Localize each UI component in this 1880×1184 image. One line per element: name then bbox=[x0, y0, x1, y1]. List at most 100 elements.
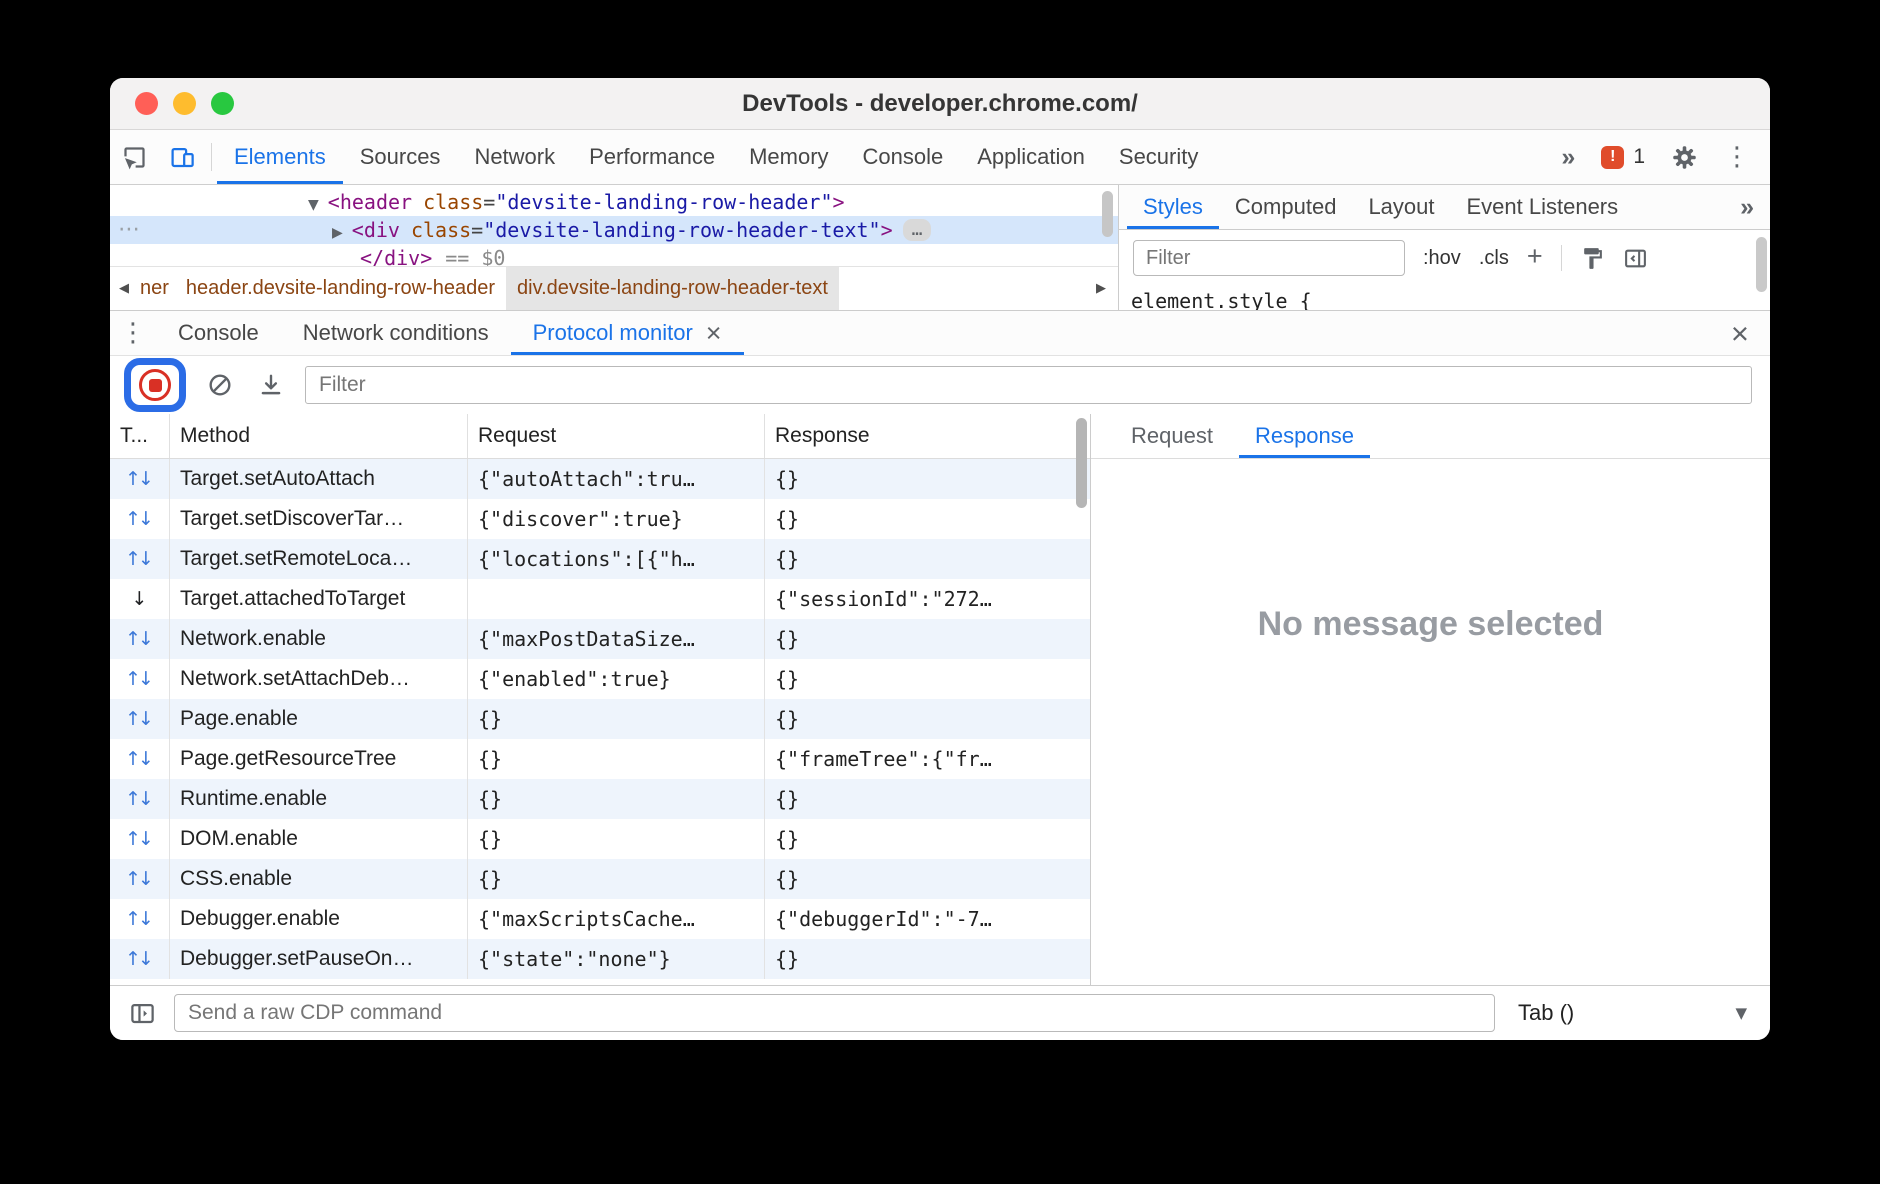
kebab-menu-icon[interactable]: ⋮ bbox=[1724, 142, 1750, 172]
sent-received-icon: ↑↓ bbox=[125, 548, 154, 570]
styles-tab-bar: Styles Computed Layout Event Listeners » bbox=[1119, 185, 1770, 230]
more-styles-tabs-icon[interactable]: » bbox=[1740, 193, 1770, 222]
inspect-icon[interactable] bbox=[110, 130, 158, 184]
drawer-tab-network-conditions[interactable]: Network conditions bbox=[281, 311, 511, 355]
column-header-type[interactable]: T... bbox=[110, 414, 170, 458]
tab-memory[interactable]: Memory bbox=[732, 130, 845, 184]
request-cell: {"enabled":true} bbox=[468, 659, 765, 699]
tab-sources[interactable]: Sources bbox=[343, 130, 458, 184]
dom-node-header[interactable]: ▼<headerclass="devsite-landing-row-heade… bbox=[110, 188, 1118, 216]
sent-received-icon: ↑↓ bbox=[125, 748, 154, 770]
node-menu-dots-icon[interactable]: ⋯ bbox=[118, 216, 140, 244]
table-row[interactable]: ↑↓ Debugger.enable {"maxScriptsCache… {"… bbox=[110, 899, 1090, 939]
table-row[interactable]: ↑↓ Target.setAutoAttach {"autoAttach":tr… bbox=[110, 459, 1090, 499]
column-header-method[interactable]: Method bbox=[170, 414, 468, 458]
stop-record-icon bbox=[149, 379, 162, 392]
settings-gear-icon[interactable] bbox=[1671, 144, 1698, 171]
column-header-response[interactable]: Response bbox=[765, 414, 1090, 458]
close-drawer-icon[interactable]: × bbox=[1710, 318, 1770, 349]
tab-elements[interactable]: Elements bbox=[217, 130, 343, 184]
response-cell: {} bbox=[765, 619, 1090, 659]
table-row[interactable]: ↑↓ Runtime.enable {} {} bbox=[110, 779, 1090, 819]
more-panels-icon[interactable]: » bbox=[1561, 143, 1575, 172]
breadcrumb-back-icon[interactable]: ◀ bbox=[110, 281, 138, 296]
elements-scrollbar-thumb[interactable] bbox=[1102, 191, 1113, 237]
response-cell: {} bbox=[765, 819, 1090, 859]
close-window-button[interactable] bbox=[135, 92, 158, 115]
response-cell: {} bbox=[765, 499, 1090, 539]
protocol-table: T... Method Request Response ↑↓ Target.s… bbox=[110, 414, 1091, 985]
breadcrumb-item-div[interactable]: div.devsite-landing-row-header-text bbox=[506, 267, 839, 311]
toggle-class-button[interactable]: .cls bbox=[1479, 247, 1509, 270]
attr-token: class bbox=[423, 190, 483, 214]
protocol-monitor-body: T... Method Request Response ↑↓ Target.s… bbox=[110, 414, 1770, 985]
expand-arrow-icon[interactable]: ▼ bbox=[308, 197, 319, 213]
cdp-command-input[interactable] bbox=[174, 994, 1495, 1032]
table-row[interactable]: ↑↓ Target.setDiscoverTar… {"discover":tr… bbox=[110, 499, 1090, 539]
direction-cell: ↑↓ bbox=[110, 779, 170, 819]
element-style-rule[interactable]: element.style { bbox=[1119, 286, 1770, 310]
table-row[interactable]: ↑↓ CSS.enable {} {} bbox=[110, 859, 1090, 899]
detail-tab-response[interactable]: Response bbox=[1239, 414, 1370, 458]
table-row[interactable]: ↑↓ Page.enable {} {} bbox=[110, 699, 1090, 739]
new-style-rule-button[interactable]: + bbox=[1527, 241, 1543, 272]
method-cell: Page.enable bbox=[170, 699, 468, 739]
toggle-styles-sidebar-icon[interactable] bbox=[1623, 246, 1648, 271]
device-toolbar-icon[interactable] bbox=[158, 130, 206, 184]
dropdown-arrow-icon: ▼ bbox=[1735, 1004, 1747, 1022]
drawer-kebab-menu-icon[interactable]: ⋮ bbox=[110, 311, 156, 355]
breadcrumb-item-truncated[interactable]: ner bbox=[138, 267, 175, 311]
response-cell: {} bbox=[765, 659, 1090, 699]
record-button[interactable] bbox=[139, 369, 171, 401]
tab-network[interactable]: Network bbox=[457, 130, 572, 184]
save-icon[interactable] bbox=[254, 372, 288, 398]
drawer-tab-console[interactable]: Console bbox=[156, 311, 281, 355]
protocol-filter-input[interactable] bbox=[305, 366, 1752, 404]
table-row[interactable]: ↑↓ Target.setRemoteLoca… {"locations":[{… bbox=[110, 539, 1090, 579]
issues-button[interactable]: ! 1 bbox=[1601, 145, 1645, 169]
breadcrumb-bar: ◀ ner header.devsite-landing-row-header … bbox=[110, 266, 1118, 310]
collapse-arrow-icon[interactable]: ▶ bbox=[332, 225, 343, 241]
tab-security[interactable]: Security bbox=[1102, 130, 1215, 184]
dom-node-selected[interactable]: ▶<divclass="devsite-landing-row-header-t… bbox=[110, 216, 1118, 244]
titlebar: DevTools - developer.chrome.com/ bbox=[110, 78, 1770, 130]
response-cell: {} bbox=[765, 699, 1090, 739]
toggle-hover-state-button[interactable]: :hov bbox=[1423, 247, 1461, 270]
table-row[interactable]: ↑↓ DOM.enable {} {} bbox=[110, 819, 1090, 859]
request-cell: {"locations":[{"h… bbox=[468, 539, 765, 579]
fullscreen-window-button[interactable] bbox=[211, 92, 234, 115]
sent-received-icon: ↑↓ bbox=[125, 948, 154, 970]
minimize-window-button[interactable] bbox=[173, 92, 196, 115]
breadcrumb-forward-icon[interactable]: ▶ bbox=[1090, 281, 1118, 296]
tab-event-listeners[interactable]: Event Listeners bbox=[1451, 185, 1635, 229]
column-header-request[interactable]: Request bbox=[468, 414, 765, 458]
direction-cell: ↑↓ bbox=[110, 859, 170, 899]
table-row[interactable]: ↑↓ Network.setAttachDeb… {"enabled":true… bbox=[110, 659, 1090, 699]
breadcrumb-item-header[interactable]: header.devsite-landing-row-header bbox=[175, 267, 506, 311]
gt-token: > bbox=[833, 190, 845, 214]
main-toolbar: Elements Sources Network Performance Mem… bbox=[110, 130, 1770, 185]
tab-layout[interactable]: Layout bbox=[1352, 185, 1450, 229]
table-scrollbar-thumb[interactable] bbox=[1076, 418, 1087, 508]
tab-performance[interactable]: Performance bbox=[572, 130, 732, 184]
tab-computed[interactable]: Computed bbox=[1219, 185, 1353, 229]
toggle-sidebar-icon[interactable] bbox=[125, 1000, 159, 1027]
detail-tab-request[interactable]: Request bbox=[1115, 414, 1229, 458]
drawer-tab-protocol-monitor[interactable]: Protocol monitor × bbox=[511, 311, 744, 355]
tab-console[interactable]: Console bbox=[846, 130, 961, 184]
request-cell: {} bbox=[468, 779, 765, 819]
dom-node-closing[interactable]: </div>== $0 bbox=[110, 244, 1118, 266]
table-row[interactable]: ↑↓ Network.enable {"maxPostDataSize… {} bbox=[110, 619, 1090, 659]
close-tab-icon[interactable]: × bbox=[706, 320, 722, 347]
expand-children-button[interactable]: … bbox=[903, 219, 932, 241]
table-row[interactable]: ↑↓ Debugger.setPauseOn… {"state":"none"}… bbox=[110, 939, 1090, 979]
tab-styles[interactable]: Styles bbox=[1127, 185, 1219, 229]
target-selector-dropdown[interactable]: Tab () ▼ bbox=[1510, 1000, 1755, 1026]
styles-scrollbar-thumb[interactable] bbox=[1756, 237, 1767, 292]
table-row[interactable]: ↑↓ Page.getResourceTree {} {"frameTree":… bbox=[110, 739, 1090, 779]
clear-icon[interactable] bbox=[203, 372, 237, 398]
tab-application[interactable]: Application bbox=[960, 130, 1102, 184]
styles-filter-input[interactable] bbox=[1133, 240, 1405, 276]
format-paint-icon[interactable] bbox=[1580, 246, 1605, 271]
table-row[interactable]: ↓ Target.attachedToTarget {"sessionId":"… bbox=[110, 579, 1090, 619]
